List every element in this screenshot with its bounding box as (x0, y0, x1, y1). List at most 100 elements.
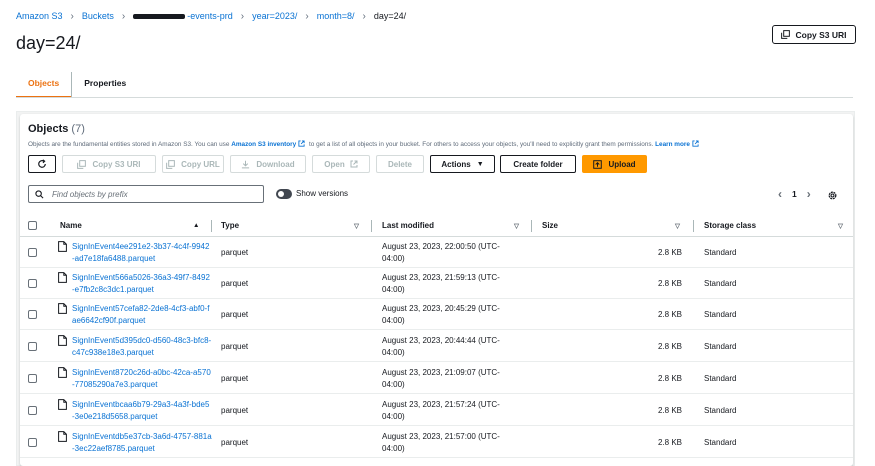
table-row: SignInEventdb5e37cb-3a6d-4757-881a-3ec22… (20, 427, 853, 458)
breadcrumb-month[interactable]: month=8/ (317, 11, 355, 21)
tab-properties[interactable]: Properties (72, 69, 138, 96)
object-name-link[interactable]: SignInEvent4ee291e2-3b37-4c4f-9942-ad7e1… (72, 241, 212, 264)
breadcrumb-amazon-s3[interactable]: Amazon S3 (16, 11, 63, 21)
table-header: Name ▲ Type ▽ Last modified ▽ Size ▽ Sto… (20, 214, 853, 237)
object-size: 2.8 KB (657, 342, 682, 351)
learn-more-link[interactable]: Learn more (655, 141, 690, 148)
select-all-checkbox[interactable] (28, 221, 37, 230)
copy-icon (77, 159, 87, 169)
download-button[interactable]: Download (230, 155, 306, 173)
external-link-icon (298, 140, 305, 147)
external-link-icon (350, 160, 358, 168)
search-input[interactable] (50, 188, 250, 200)
object-storage-class: Standard (704, 406, 737, 415)
column-header-size[interactable]: Size ▽ (542, 214, 684, 237)
column-header-last-modified[interactable]: Last modified ▽ (382, 214, 522, 237)
row-checkbox-cell (28, 438, 37, 449)
create-folder-label: Create folder (513, 159, 563, 169)
column-storage-class-label: Storage class (704, 221, 757, 230)
copy-url-label: Copy URL (181, 159, 220, 169)
table-row: SignInEvent566a5026-36a3-49f7-8492-e7fb2… (20, 268, 853, 299)
actions-dropdown[interactable]: Actions ▼ (430, 155, 495, 173)
search-box (28, 185, 264, 203)
row-checkbox-cell (28, 374, 37, 385)
pagination: ‹ 1 › (772, 186, 817, 202)
objects-heading: Objects (7) (28, 123, 85, 135)
object-name-link[interactable]: SignInEventdb5e37cb-3a6d-4757-881a-3ec22… (72, 431, 212, 454)
breadcrumb-bucket[interactable]: -events-prd (133, 11, 233, 21)
previous-page-icon[interactable]: ‹ (772, 187, 788, 201)
description-text-start: Objects are the fundamental entities sto… (28, 141, 232, 148)
object-last-modified: August 23, 2023, 20:45:29 (UTC-04:00) (382, 304, 500, 325)
row-checkbox[interactable] (28, 438, 37, 447)
file-icon (58, 367, 67, 378)
sort-caret-icon: ▽ (354, 222, 359, 230)
s3-inventory-link[interactable]: Amazon S3 inventory (231, 141, 296, 148)
current-page-number[interactable]: 1 (788, 189, 801, 199)
search-icon (35, 189, 44, 198)
column-last-modified-label: Last modified (382, 221, 435, 230)
row-checkbox[interactable] (28, 248, 37, 257)
upload-button[interactable]: Upload (582, 155, 647, 173)
column-header-storage-class[interactable]: Storage class ▽ (704, 214, 848, 237)
show-versions-toggle[interactable] (276, 189, 292, 199)
sort-caret-icon: ▽ (514, 222, 519, 230)
sort-caret-icon: ▽ (838, 222, 843, 230)
tabs-divider-line (16, 97, 853, 98)
copy-s3-uri-action-label: Copy S3 URI (92, 159, 141, 169)
refresh-button[interactable] (28, 155, 56, 173)
table-row: SignInEventbcaa6b79-29a3-4a3f-bde5-3e0e2… (20, 395, 853, 426)
copy-url-button[interactable]: Copy URL (162, 155, 224, 173)
column-name-label: Name (60, 221, 82, 230)
delete-button[interactable]: Delete (376, 155, 424, 173)
download-icon (242, 160, 250, 168)
column-type-label: Type (221, 221, 240, 230)
breadcrumb-bucket-label: -events-prd (187, 11, 233, 21)
column-header-type[interactable]: Type ▽ (221, 214, 363, 237)
object-size: 2.8 KB (657, 310, 682, 319)
file-icon (58, 399, 67, 410)
copy-icon (781, 30, 791, 39)
object-name-link[interactable]: SignInEventbcaa6b79-29a3-4a3f-bde5-3e0e2… (72, 399, 212, 422)
sort-ascending-icon: ▲ (193, 222, 200, 229)
breadcrumb-buckets[interactable]: Buckets (82, 11, 114, 21)
row-checkbox[interactable] (28, 310, 37, 319)
column-size-label: Size (542, 221, 559, 230)
row-checkbox[interactable] (28, 279, 37, 288)
breadcrumb-day: day=24/ (373, 11, 407, 21)
object-size: 2.8 KB (657, 406, 682, 415)
object-storage-class: Standard (704, 342, 737, 351)
object-name-link[interactable]: SignInEvent57cefa82-2de8-4cf3-abf0-fae66… (72, 303, 212, 326)
object-size: 2.8 KB (657, 248, 682, 257)
object-last-modified: August 23, 2023, 21:57:24 (UTC-04:00) (382, 400, 500, 421)
object-name-link[interactable]: SignInEvent8720c26d-a0bc-42ca-a570-77085… (72, 367, 212, 390)
create-folder-button[interactable]: Create folder (500, 155, 576, 173)
row-checkbox[interactable] (28, 342, 37, 351)
gear-icon[interactable] (827, 188, 838, 206)
tab-objects[interactable]: Objects (16, 69, 72, 98)
tab-list: Objects Properties (16, 69, 138, 98)
object-last-modified: August 23, 2023, 20:44:44 (UTC-04:00) (382, 336, 500, 357)
breadcrumb-year[interactable]: year=2023/ (252, 11, 297, 21)
open-button[interactable]: Open (312, 155, 370, 173)
copy-s3-uri-action-button[interactable]: Copy S3 URI (62, 155, 156, 173)
copy-s3-uri-button[interactable]: Copy S3 URI (772, 25, 856, 44)
breadcrumb: Amazon S3 › Buckets › -events-prd › year… (16, 8, 406, 24)
select-all-checkbox-cell (28, 214, 37, 237)
next-page-icon[interactable]: › (801, 187, 817, 201)
table-row: SignInEvent57cefa82-2de8-4cf3-abf0-fae66… (20, 299, 853, 330)
objects-title: Objects (28, 123, 69, 135)
chevron-right-icon: › (362, 10, 366, 22)
row-checkbox-cell (28, 406, 37, 417)
object-name-link[interactable]: SignInEvent5d395dc0-d560-48c3-bfc8-c47c9… (72, 335, 212, 358)
table-row: SignInEvent4ee291e2-3b37-4c4f-9942-ad7e1… (20, 237, 853, 268)
row-checkbox[interactable] (28, 374, 37, 383)
object-storage-class: Standard (704, 279, 737, 288)
object-type: parquet (221, 374, 249, 383)
object-type: parquet (221, 248, 249, 257)
row-checkbox[interactable] (28, 406, 37, 415)
caret-down-icon: ▼ (476, 160, 484, 168)
object-name-link[interactable]: SignInEvent566a5026-36a3-49f7-8492-e7fb2… (72, 272, 212, 295)
column-header-name[interactable]: Name ▲ (60, 214, 202, 237)
actions-label: Actions (441, 159, 471, 169)
